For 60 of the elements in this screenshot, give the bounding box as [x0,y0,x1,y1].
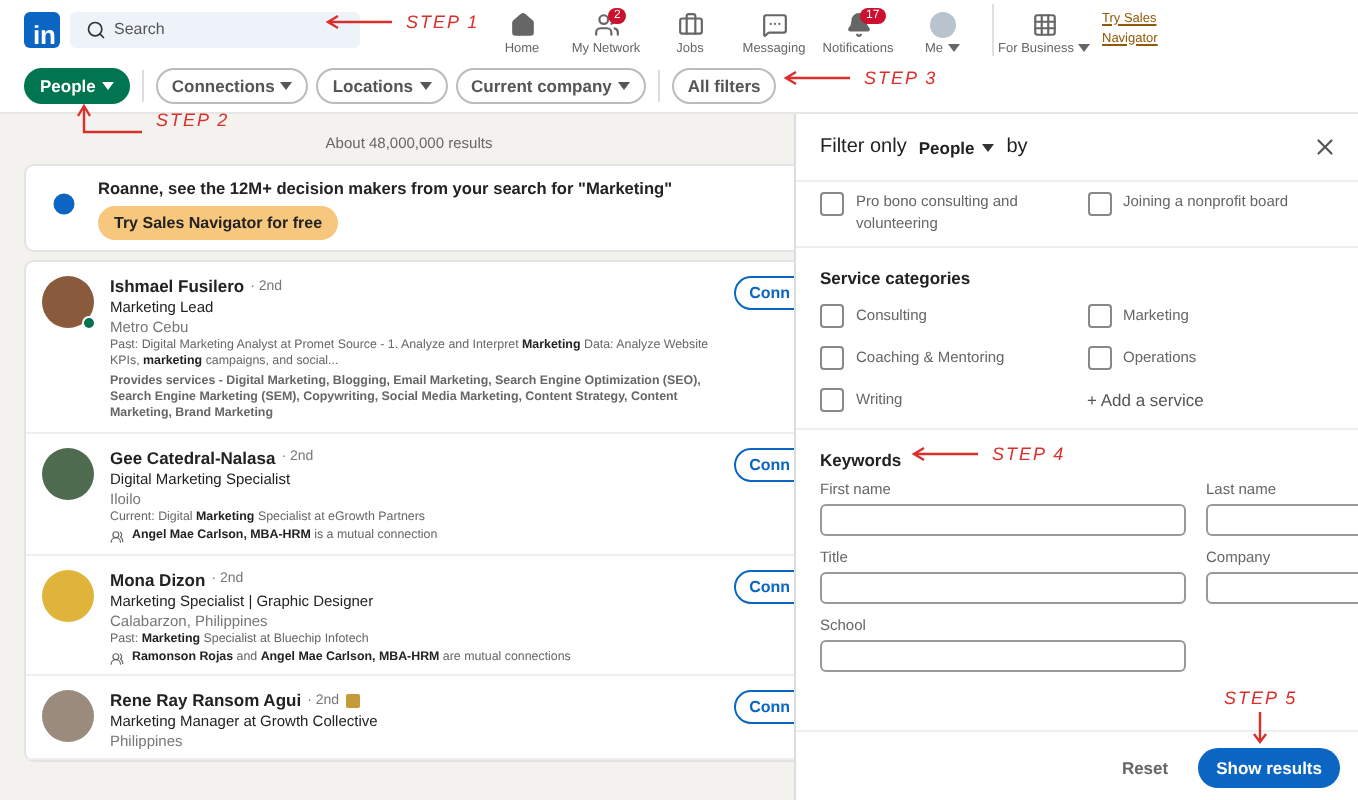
annotation-text: STEP 2 [156,110,230,130]
text-field[interactable] [820,572,1186,604]
filter-pill[interactable]: Locations [316,67,448,103]
photo-placeholder [42,569,94,622]
checkbox[interactable] [1087,346,1111,370]
briefcase-icon [677,11,703,37]
search-field[interactable]: Search [70,11,360,47]
people-icon [110,529,124,544]
people-icon [110,651,124,666]
connect-button[interactable]: Conn [733,276,794,310]
checkbox[interactable] [1087,304,1111,328]
person-name[interactable]: Rene Ray Ransom Agui [110,690,302,711]
checkbox[interactable] [820,304,844,328]
annotation-text: STEP 4 [992,444,1066,464]
connect-button[interactable]: Conn [733,690,794,725]
section-heading: Keywords [820,450,902,470]
arrow-icon [1252,712,1269,744]
trial-button[interactable]: Try Sales Navigator for free [98,206,339,240]
person-name[interactable]: Ishmael Fusilero [110,276,245,296]
filter-pill[interactable]: People [24,67,130,103]
search-icon [86,19,106,39]
caret-icon [947,44,960,52]
text-field[interactable] [820,640,1186,672]
person-name[interactable]: Mona Dizon [110,569,206,590]
arrow-icon [326,14,394,30]
add-service-link[interactable]: + Add a service [1087,390,1334,410]
arrow-icon [76,104,144,136]
logo[interactable]: in [24,11,60,47]
close-button[interactable] [1312,134,1338,160]
arrow-icon [912,446,980,462]
connect-button[interactable]: Conn [733,569,794,604]
entity-dropdown[interactable]: People [914,137,999,157]
show-results-button[interactable]: Show results [1198,748,1340,788]
promo-text: Roanne, see the 12M+ decision makers from your search for "Marketing" [98,178,673,198]
grid-icon [1031,11,1057,37]
chat-icon [761,11,787,37]
person-name[interactable]: Gee Catedral-Nalasa [110,447,276,468]
filter-pill[interactable]: Connections [155,67,309,103]
annotation-text: STEP 1 [406,12,480,32]
panel-title-end: by [1006,136,1028,158]
photo-placeholder [42,690,94,743]
checkbox[interactable] [820,346,844,370]
caret-icon [982,143,995,151]
avatar-icon [929,11,955,37]
arrow-icon [784,70,852,86]
reset-button[interactable]: Reset [1109,756,1181,780]
section-heading: Service categories [820,268,971,288]
checkbox[interactable] [1087,192,1111,216]
annotation-text: STEP 5 [1224,688,1298,708]
checkbox[interactable] [820,388,844,412]
connect-button[interactable]: Conn [733,447,794,482]
photo-placeholder [42,447,94,500]
text-field[interactable] [820,504,1186,536]
annotation-text: STEP 3 [864,68,938,88]
panel-title: Filter only [820,136,907,158]
filter-pill[interactable]: All filters [671,67,777,103]
filter-pill[interactable]: Current company [455,67,646,103]
checkbox[interactable] [820,192,844,216]
home-icon [509,11,535,37]
caret-icon [1077,44,1090,52]
